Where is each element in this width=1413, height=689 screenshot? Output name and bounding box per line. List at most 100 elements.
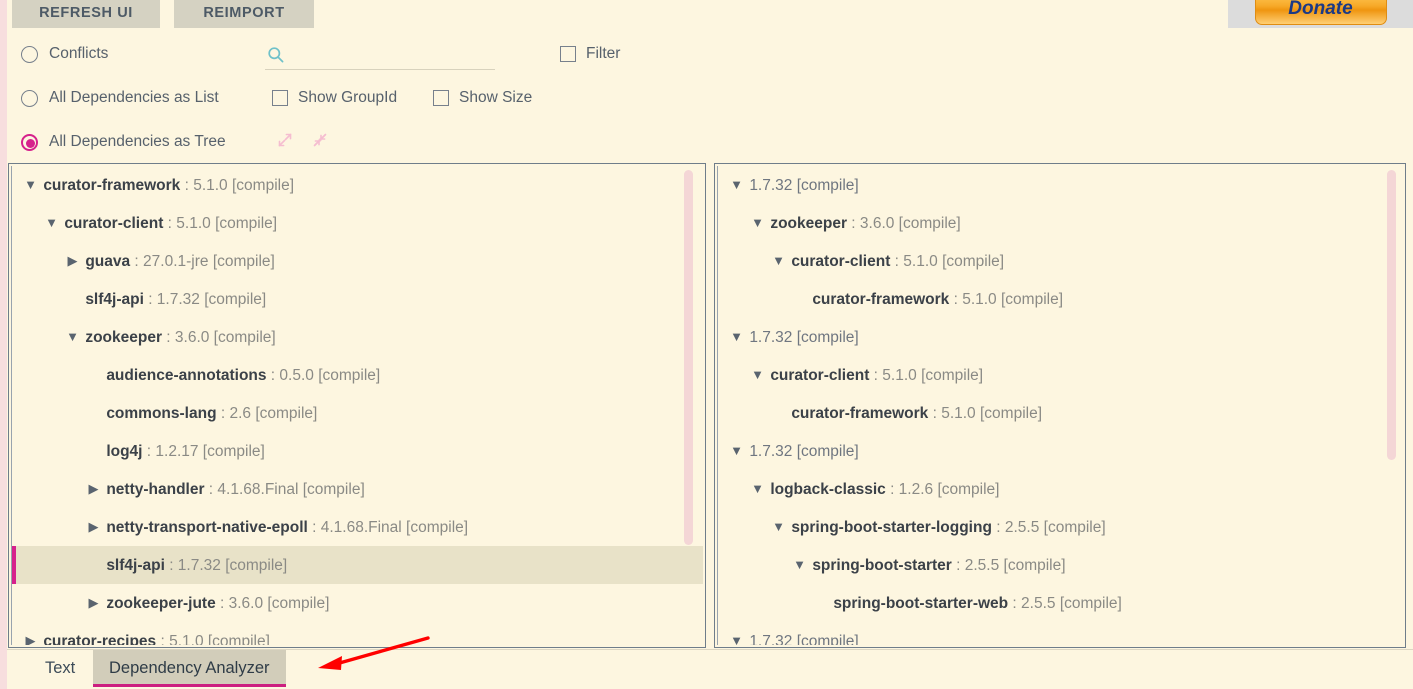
tab-text[interactable]: Text [29,650,91,687]
tree-row-artifact: spring-boot-starter-logging [791,519,992,536]
chevron-down-icon[interactable]: ▼ [728,432,745,470]
chevron-down-icon[interactable]: ▼ [64,318,81,356]
tree-row[interactable]: ▼ curator-client : 5.1.0 [compile] [718,242,1403,280]
tree-spacer: ▶ [770,394,787,432]
tree-row-version: : 5.1.0 [compile] [180,177,295,194]
tree-row[interactable]: ▶ curator-framework : 5.1.0 [compile] [718,394,1403,432]
search-input[interactable] [291,45,481,64]
dependency-tree[interactable]: ▼ curator-framework : 5.1.0 [compile] ▼ c… [12,166,703,645]
tree-spacer: ▶ [812,584,829,622]
tree-row[interactable]: ▶ zookeeper-jute : 3.6.0 [compile] [12,584,703,622]
tree-row[interactable]: ▶ curator-recipes : 5.1.0 [compile] [12,622,703,645]
tree-row[interactable]: ▼ curator-client : 5.1.0 [compile] [718,356,1403,394]
expand-all-icon[interactable] [272,127,298,153]
usages-tree-panel[interactable]: ▼ 1.7.32 [compile] ▼ zookeeper : 3.6.0 [c… [714,163,1406,648]
checkbox-show-size[interactable]: Show Size [433,85,532,111]
radio-all-dependencies-as-tree[interactable]: All Dependencies as Tree [21,129,226,155]
tree-row[interactable]: ▼ 1.7.32 [compile] [718,622,1403,645]
tree-row-version: : 3.6.0 [compile] [215,595,330,612]
chevron-right-icon[interactable]: ▶ [85,584,102,622]
dependency-tree-scrollbar[interactable] [684,170,693,545]
checkbox-show-size-box[interactable] [433,90,449,106]
tree-row-artifact: netty-transport-native-epoll [106,519,308,536]
tree-row-version: : 5.1.0 [compile] [949,291,1064,308]
tree-row-version: : 5.1.0 [compile] [163,215,278,232]
radio-all-dependencies-as-list[interactable]: All Dependencies as List [21,85,219,111]
chevron-down-icon[interactable]: ▼ [728,318,745,356]
tree-row[interactable]: ▶ netty-handler : 4.1.68.Final [compile] [12,470,703,508]
usages-tree-scrollbar[interactable] [1387,170,1396,460]
chevron-down-icon[interactable]: ▼ [749,470,766,508]
tree-row[interactable]: ▶ netty-transport-native-epoll : 4.1.68.… [12,508,703,546]
tree-row[interactable]: ▼ zookeeper : 3.6.0 [compile] [718,204,1403,242]
tree-row-version: : 5.1.0 [compile] [869,367,984,384]
checkbox-show-groupid[interactable]: Show GroupId [272,85,397,111]
tree-row[interactable]: ▶ log4j : 1.2.17 [compile] [12,432,703,470]
tree-row-artifact: logback-classic [770,481,886,498]
chevron-down-icon[interactable]: ▼ [749,204,766,242]
tree-spacer: ▶ [85,356,102,394]
chevron-right-icon[interactable]: ▶ [85,470,102,508]
tree-row-version: : 0.5.0 [compile] [266,367,381,384]
chevron-down-icon[interactable]: ▼ [791,546,808,584]
tree-row[interactable]: ▼ curator-client : 5.1.0 [compile] [12,204,703,242]
tree-row[interactable]: ▼ zookeeper : 3.6.0 [compile] [12,318,703,356]
tree-row-version: : 1.2.6 [compile] [885,481,1000,498]
tree-row[interactable]: ▼ curator-framework : 5.1.0 [compile] [12,166,703,204]
reimport-button[interactable]: REIMPORT [174,0,314,28]
tree-row-artifact: zookeeper [770,215,847,232]
radio-all-dependencies-as-tree-label: All Dependencies as Tree [49,133,226,150]
chevron-down-icon[interactable]: ▼ [770,508,787,546]
dependency-tree-viewport: ▼ curator-framework : 5.1.0 [compile] ▼ c… [11,166,703,645]
tree-row[interactable]: ▶ slf4j-api : 1.7.32 [compile] [12,546,703,584]
tree-row[interactable]: ▼ spring-boot-starter : 2.5.5 [compile] [718,546,1403,584]
chevron-down-icon[interactable]: ▼ [22,166,39,204]
tree-row-version: : 27.0.1-jre [compile] [130,253,275,270]
chevron-down-icon[interactable]: ▼ [43,204,60,242]
radio-all-dependencies-as-list-indicator[interactable] [21,89,38,107]
tree-spacer: ▶ [85,432,102,470]
bottom-tabbar: Text Dependency Analyzer [7,649,1413,689]
chevron-right-icon[interactable]: ▶ [85,508,102,546]
tree-row[interactable]: ▶ commons-lang : 2.6 [compile] [12,394,703,432]
tree-row-version: 1.7.32 [compile] [749,443,859,460]
tree-row[interactable]: ▶ slf4j-api : 1.7.32 [compile] [12,280,703,318]
dependency-tree-panel[interactable]: ▼ curator-framework : 5.1.0 [compile] ▼ c… [8,163,706,648]
tree-row-artifact: spring-boot-starter [812,557,952,574]
tree-row-version: 1.7.32 [compile] [749,633,859,645]
tree-row-version: : 1.7.32 [compile] [164,557,288,574]
tree-spacer: ▶ [85,546,102,584]
chevron-right-icon[interactable]: ▶ [64,242,81,280]
usages-tree[interactable]: ▼ 1.7.32 [compile] ▼ zookeeper : 3.6.0 [c… [718,166,1403,645]
checkbox-filter[interactable]: Filter [560,41,620,67]
tree-spacer: ▶ [64,280,81,318]
radio-all-dependencies-as-tree-indicator[interactable] [21,133,38,151]
tree-row[interactable]: ▼ logback-classic : 1.2.6 [compile] [718,470,1403,508]
dependency-analyzer-window: REFRESH UI REIMPORT Donate Conflicts All… [0,0,1413,689]
tree-row[interactable]: ▼ 1.7.32 [compile] [718,166,1403,204]
refresh-ui-button[interactable]: REFRESH UI [12,0,160,28]
chevron-down-icon[interactable]: ▼ [770,242,787,280]
search-field[interactable] [265,40,495,70]
checkbox-filter-box[interactable] [560,46,576,62]
tree-row[interactable]: ▶ guava : 27.0.1-jre [compile] [12,242,703,280]
tree-row[interactable]: ▶ spring-boot-starter-web : 2.5.5 [compi… [718,584,1403,622]
chevron-down-icon[interactable]: ▼ [749,356,766,394]
tree-row[interactable]: ▼ spring-boot-starter-logging : 2.5.5 [c… [718,508,1403,546]
tree-row-version: : 5.1.0 [compile] [890,253,1005,270]
tree-row[interactable]: ▶ audience-annotations : 0.5.0 [compile] [12,356,703,394]
radio-conflicts[interactable]: Conflicts [21,41,108,67]
tab-dependency-analyzer[interactable]: Dependency Analyzer [93,650,286,687]
radio-conflicts-indicator[interactable] [21,45,38,63]
chevron-down-icon[interactable]: ▼ [728,622,745,645]
tree-row[interactable]: ▶ curator-framework : 5.1.0 [compile] [718,280,1403,318]
checkbox-show-groupid-box[interactable] [272,90,288,106]
chevron-down-icon[interactable]: ▼ [728,166,745,204]
collapse-all-icon[interactable] [307,127,333,153]
tree-row[interactable]: ▼ 1.7.32 [compile] [718,432,1403,470]
tree-row[interactable]: ▼ 1.7.32 [compile] [718,318,1403,356]
tree-row-artifact: commons-lang [106,405,217,422]
tree-row-artifact: slf4j-api [85,291,144,308]
donate-button[interactable]: Donate [1254,0,1387,25]
chevron-right-icon[interactable]: ▶ [22,622,39,645]
